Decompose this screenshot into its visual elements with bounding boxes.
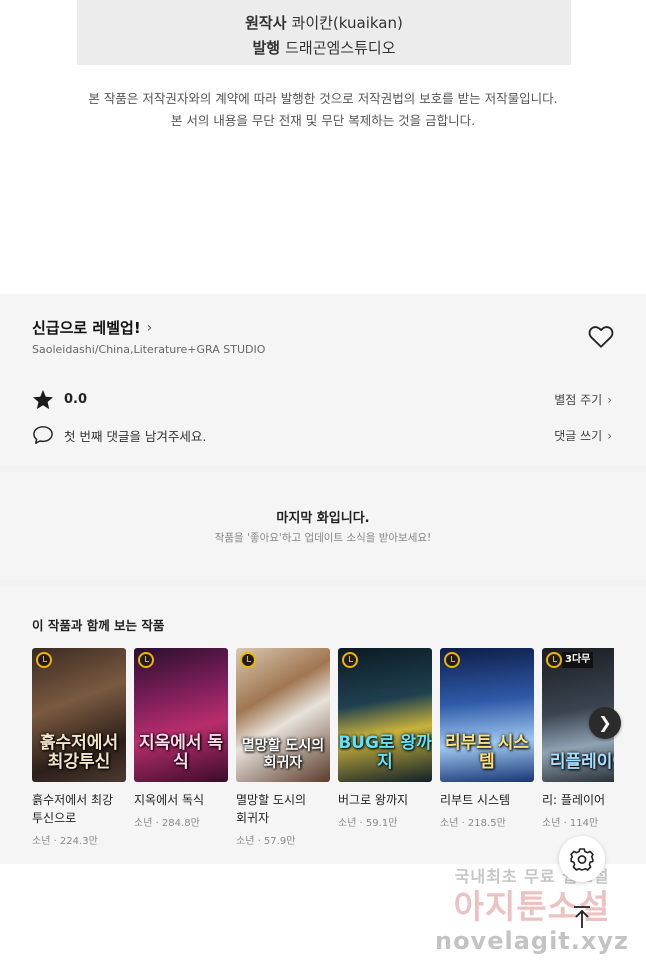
- rate-button-label: 별점 주기: [554, 393, 603, 407]
- rating-value: 0.0: [64, 392, 88, 407]
- chevron-right-icon: ›: [607, 429, 612, 443]
- credits-box: 원작사 콰이칸(kuaikan) 발행 드래곤엠스튜디오: [77, 0, 571, 65]
- recommendation-item[interactable]: 멸망할 도시의 회귀자 멸망할 도시의 회귀자 소년 · 57.9만: [236, 648, 330, 847]
- credit-value: 콰이칸(kuaikan): [291, 14, 403, 32]
- clock-icon: [342, 652, 358, 668]
- notice-line: 본 서의 내용을 무단 전재 및 무단 복제하는 것을 금합니다.: [170, 113, 476, 128]
- recommendation-meta: 소년 · 59.1만: [338, 818, 398, 829]
- cover-image: 멸망할 도시의 회귀자: [236, 648, 330, 782]
- recommendation-title: 리부트 시스템: [440, 793, 511, 807]
- cover-image: 지옥에서 독식: [134, 648, 228, 782]
- work-title: 신급으로 레벨업!: [32, 319, 141, 337]
- cover-image: 리부트 시스템: [440, 648, 534, 782]
- watermark: 국내최초 무료 웹소설 아지툰소설 novelagit.xyz: [420, 866, 644, 976]
- watermark-line: 국내최초 무료 웹소설: [454, 867, 610, 886]
- credit-label: 발행: [252, 39, 281, 57]
- recommendation-title: 멸망할 도시의 회귀자: [236, 793, 307, 825]
- credit-line-publisher-origin: 원작사 콰이칸(kuaikan): [77, 11, 571, 36]
- watermark-url: novelagit.xyz: [434, 927, 629, 955]
- recommendation-title: 흙수저에서 최강 투신으로: [32, 793, 114, 825]
- credit-line-cut: [77, 0, 571, 11]
- recommendation-meta: 소년 · 57.9만: [236, 836, 296, 847]
- clock-icon: [444, 652, 460, 668]
- recommendation-meta: 소년 · 224.3만: [32, 836, 98, 847]
- rating-display: 0.0: [32, 389, 87, 410]
- chevron-right-icon: ›: [607, 393, 612, 407]
- write-comment-button[interactable]: 댓글 쓰기 ›: [554, 427, 612, 444]
- cover-title: 멸망할 도시의 회귀자: [241, 738, 325, 771]
- chevron-right-icon: ›: [146, 319, 153, 336]
- star-icon: [32, 389, 54, 410]
- write-comment-label: 댓글 쓰기: [554, 429, 603, 443]
- recommendation-item[interactable]: 흙수저에서 최강투신 흙수저에서 최강 투신으로 소년 · 224.3만: [32, 648, 126, 847]
- notice-line: 본 작품은 저작권자와의 계약에 따라 발행한 것으로 저작권법의 보호를 받는…: [88, 91, 558, 106]
- heart-icon[interactable]: [588, 325, 614, 349]
- last-episode-subtitle: 작품을 '좋아요'하고 업데이트 소식을 받아보세요!: [214, 532, 432, 544]
- scroll-top-icon[interactable]: [568, 903, 596, 931]
- settings-button[interactable]: [559, 836, 605, 882]
- credit-line-publisher: 발행 드래곤엠스튜디오: [77, 36, 571, 61]
- gear-icon: [570, 848, 594, 871]
- free-episodes-badge: 3다무: [562, 652, 594, 668]
- credit-label: 원작사: [245, 14, 287, 32]
- comment-prompt[interactable]: 첫 번째 댓글을 남겨주세요.: [32, 425, 206, 445]
- work-title-link[interactable]: 신급으로 레벨업! ›: [32, 317, 152, 338]
- comment-prompt-text: 첫 번째 댓글을 남겨주세요.: [64, 428, 207, 444]
- last-episode-card: [0, 472, 646, 580]
- clock-icon: [138, 652, 154, 668]
- clock-icon: [546, 652, 562, 668]
- recommendation-meta: 소년 · 218.5만: [440, 818, 506, 829]
- chevron-right-icon: ❯: [598, 713, 612, 732]
- cover-title: 흙수저에서 최강투신: [39, 733, 119, 772]
- last-episode-title: 마지막 화입니다.: [276, 511, 370, 526]
- recommendation-item[interactable]: BUG로 왕까지 버그로 왕까지 소년 · 59.1만: [338, 648, 432, 829]
- recommendation-list: 흙수저에서 최강투신 흙수저에서 최강 투신으로 소년 · 224.3만 지옥에…: [32, 648, 614, 848]
- cover-title: 지옥에서 독식: [138, 733, 224, 772]
- speech-bubble-icon: [33, 426, 53, 444]
- cover-image: BUG로 왕까지: [338, 648, 432, 782]
- page: 원작사 콰이칸(kuaikan) 발행 드래곤엠스튜디오 본 작품은 저작권자와의 …: [0, 0, 646, 980]
- cover-title: BUG로 왕까지: [338, 733, 432, 772]
- copyright-notice: 본 작품은 저작권자와의 계약에 따라 발행한 것으로 저작권법의 보호를 받는…: [0, 88, 646, 132]
- rate-button[interactable]: 별점 주기 ›: [554, 391, 612, 408]
- recommendation-meta: 소년 · 114만: [542, 818, 599, 829]
- cover-title: 리플레이어: [549, 752, 614, 772]
- work-authors: Saoleidashi/China,Literature+GRA STUDIO: [32, 343, 266, 356]
- recommendation-meta: 소년 · 284.8만: [134, 818, 200, 829]
- recommendation-title: 지옥에서 독식: [134, 793, 205, 807]
- carousel-next-button[interactable]: ❯: [589, 707, 621, 739]
- recommendation-item[interactable]: 리부트 시스템 리부트 시스템 소년 · 218.5만: [440, 648, 534, 829]
- recommendation-item[interactable]: 지옥에서 독식 지옥에서 독식 소년 · 284.8만: [134, 648, 228, 829]
- credit-value: 드래곤엠스튜디오: [285, 39, 396, 57]
- clock-icon: [36, 652, 52, 668]
- recommendation-title: 버그로 왕까지: [338, 793, 409, 807]
- watermark-brand: 아지툰소설: [453, 887, 611, 926]
- cover-image: 흙수저에서 최강투신: [32, 648, 126, 782]
- recommendations-title: 이 작품과 함께 보는 작품: [32, 618, 165, 633]
- clock-icon: [240, 652, 256, 668]
- recommendation-title: 리: 플레이어: [542, 793, 606, 807]
- cover-title: 리부트 시스템: [444, 733, 530, 772]
